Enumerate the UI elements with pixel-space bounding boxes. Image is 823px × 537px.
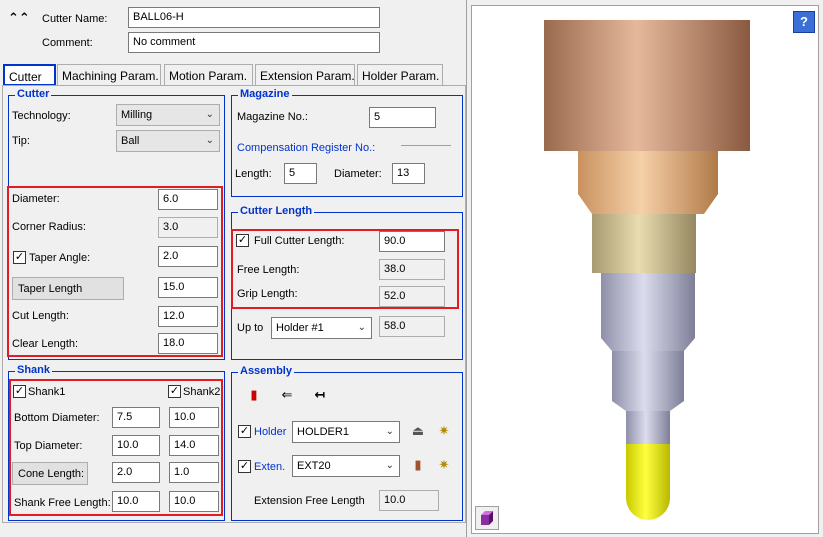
magazine-no-input[interactable]: 5 [369,107,436,128]
full-cutter-length-checkbox[interactable]: ✓ [236,234,249,247]
technology-label: Technology: [12,110,71,122]
tip-select[interactable]: Ball ⌄ [116,130,220,152]
up-to-label: Up to [237,322,264,334]
help-button[interactable]: ? [793,11,815,33]
cone-length-2-input[interactable]: 1.0 [169,462,219,483]
assembly-attach-icon[interactable]: ⇐ [278,386,296,404]
cutter-name-input[interactable]: BALL06-H [128,7,380,28]
up-to-value: Holder #1 [276,322,324,334]
tool-preview-viewport: ? [471,5,819,534]
corner-radius-input[interactable]: 3.0 [158,217,218,238]
help-icon: ? [800,14,808,29]
compensation-register-line [401,145,451,146]
grip-length-label: Grip Length: [237,288,298,300]
shank-free-length-label: Shank Free Length: [14,497,111,509]
shank1-checkbox[interactable]: ✓ [13,385,26,398]
taper-angle-input[interactable]: 2.0 [158,246,218,267]
compensation-register-link[interactable]: Compensation Register No.: [237,142,375,154]
cutter-dimensions-highlight [7,186,223,357]
top-diameter-label: Top Diameter: [14,440,83,452]
taper-angle-label: Taper Angle: [29,252,91,264]
holder-edit-icon[interactable]: ⏏ [409,422,427,440]
tab-extension-param[interactable]: Extension Param. [255,64,355,86]
clear-length-input[interactable]: 18.0 [158,333,218,354]
cutter-group-title: Cutter [15,88,52,100]
grip-length-input[interactable]: 52.0 [379,286,445,307]
corner-radius-label: Corner Radius: [12,221,86,233]
cut-length-label: Cut Length: [12,310,69,322]
shank2-label: Shank2 [183,386,221,398]
tip-value: Ball [121,135,140,147]
bottom-diameter-2-input[interactable]: 10.0 [169,407,219,428]
holder-value: HOLDER1 [297,426,349,438]
magazine-diameter-input[interactable]: 13 [392,163,425,184]
shank-group-title: Shank [15,364,53,376]
tab-motion-param[interactable]: Motion Param. [164,64,253,86]
cutter-length-group-title: Cutter Length [238,205,315,217]
technology-select[interactable]: Milling ⌄ [116,104,220,126]
tab-holder-param[interactable]: Holder Param. [357,64,443,86]
up-to-length-input[interactable]: 58.0 [379,316,445,337]
shank1-label: Shank1 [28,386,66,398]
clear-length-label: Clear Length: [12,338,79,350]
cone-length-button[interactable]: Cone Length: [12,462,88,485]
free-length-label: Free Length: [237,264,300,276]
top-diameter-2-input[interactable]: 14.0 [169,435,219,456]
extension-new-icon[interactable]: ✷ [435,456,453,474]
holder-new-icon[interactable]: ✷ [435,422,453,440]
free-length-input[interactable]: 38.0 [379,259,445,280]
cube-icon [481,511,493,525]
taper-length-button[interactable]: Taper Length [12,277,124,300]
shank-free-length-2-input[interactable]: 10.0 [169,491,219,512]
full-cutter-length-input[interactable]: 90.0 [379,231,445,252]
diameter-label: Diameter: [12,193,60,205]
shank-free-length-1-input[interactable]: 10.0 [112,491,160,512]
chevron-down-icon: ⌄ [385,426,394,437]
view-cube-button[interactable] [475,506,499,530]
tab-machining-param[interactable]: Machining Param. [57,64,161,86]
technology-value: Milling [121,109,153,121]
extension-select[interactable]: EXT20 ⌄ [292,455,400,477]
taper-length-input[interactable]: 15.0 [158,277,218,298]
collapse-chevron-icon[interactable]: ⌃⌃ [8,9,30,27]
chevron-down-icon: ⌄ [357,322,366,333]
panel-divider [466,0,467,537]
assembly-color-icon[interactable]: ▮ [245,386,263,404]
cone-length-1-input[interactable]: 2.0 [112,462,160,483]
tool-preview-graphic [544,20,750,520]
magazine-length-input[interactable]: 5 [284,163,317,184]
assembly-group-title: Assembly [238,365,294,377]
cutter-name-label: Cutter Name: [42,13,108,25]
holder-select[interactable]: HOLDER1 ⌄ [292,421,400,443]
holder-checkbox[interactable]: ✓ [238,425,251,438]
tab-cutter[interactable]: Cutter [3,64,56,86]
extension-checkbox[interactable]: ✓ [238,460,251,473]
extension-value: EXT20 [297,460,331,472]
diameter-input[interactable]: 6.0 [158,189,218,210]
comment-label: Comment: [42,37,93,49]
holder-label: Holder [254,426,287,438]
assembly-insert-icon[interactable]: ↤ [311,386,329,404]
taper-angle-checkbox[interactable]: ✓ [13,251,26,264]
magazine-length-label: Length: [235,168,272,180]
bottom-diameter-1-input[interactable]: 7.5 [112,407,160,428]
comment-input[interactable]: No comment [128,32,380,53]
bottom-diameter-label: Bottom Diameter: [14,412,100,424]
extension-label: Exten. [254,461,286,473]
magazine-diameter-label: Diameter: [334,168,382,180]
chevron-down-icon: ⌄ [205,109,214,120]
extension-edit-icon[interactable]: ▮ [409,456,427,474]
shank2-checkbox[interactable]: ✓ [168,385,181,398]
chevron-down-icon: ⌄ [385,460,394,471]
full-cutter-length-label: Full Cutter Length: [254,235,345,247]
magazine-group-title: Magazine [238,88,292,100]
magazine-no-label: Magazine No.: [237,111,308,123]
cut-length-input[interactable]: 12.0 [158,306,218,327]
tip-label: Tip: [12,135,30,147]
top-diameter-1-input[interactable]: 10.0 [112,435,160,456]
up-to-select[interactable]: Holder #1 ⌄ [271,317,372,339]
extension-free-length-label: Extension Free Length [254,495,365,507]
extension-free-length-input[interactable]: 10.0 [379,490,439,511]
chevron-down-icon: ⌄ [205,135,214,146]
